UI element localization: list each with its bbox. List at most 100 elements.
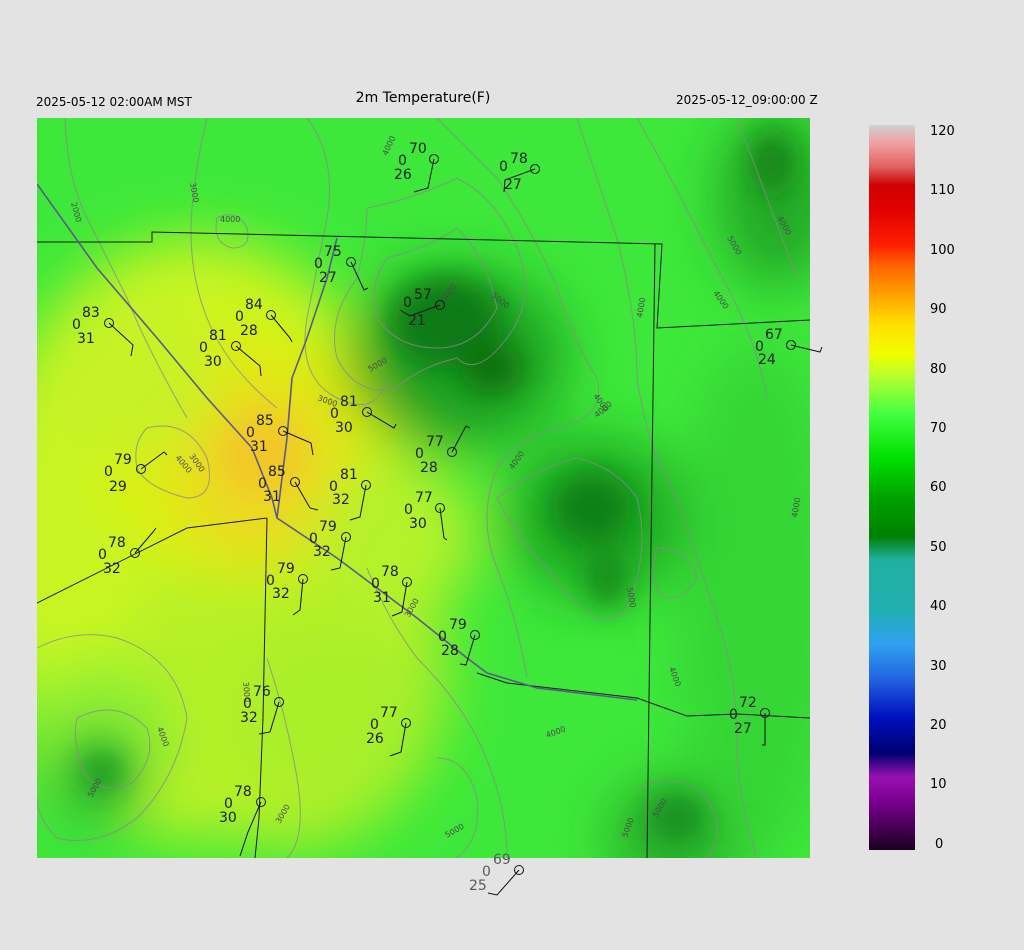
station-sky: 0	[499, 159, 508, 175]
station-temp: 75	[324, 244, 342, 260]
station-plot: 79 0 28	[438, 617, 480, 666]
station-plot: 78 0 27	[499, 151, 540, 193]
wind-barb	[487, 869, 520, 896]
wind-barb	[134, 527, 157, 554]
station-plot: 78 0 31	[371, 564, 412, 617]
station-dewpoint: 32	[332, 492, 350, 508]
station-temp: 79	[319, 519, 337, 535]
wind-barb	[439, 507, 448, 541]
colorbar-label: 120	[930, 124, 955, 139]
station-dewpoint: 32	[272, 586, 290, 602]
colorbar-label: 60	[930, 480, 947, 495]
station-plot: 84 0 28	[235, 297, 293, 343]
station-temp: 81	[340, 394, 358, 410]
station-sky: 0	[104, 464, 113, 480]
colorbar-label: 20	[930, 718, 947, 733]
station-dewpoint: 31	[77, 331, 95, 347]
wind-barb	[790, 344, 823, 353]
station-plot: 69 0 25	[469, 852, 524, 896]
station-temp: 83	[82, 305, 100, 321]
wind-barb	[389, 722, 407, 757]
wind-barb	[391, 581, 408, 617]
wind-barb	[292, 578, 304, 616]
station-temp: 76	[253, 684, 271, 700]
station-dewpoint: 27	[734, 721, 752, 737]
station-plot: 78 0 32	[98, 527, 157, 577]
station-plot: 72 0 27	[729, 695, 770, 746]
colorbar-label: 0	[935, 837, 944, 852]
station-dewpoint: 30	[219, 810, 237, 826]
station-dewpoint: 26	[366, 731, 384, 747]
station-temp: 79	[449, 617, 467, 633]
station-temp: 69	[493, 852, 511, 868]
station-temp: 78	[510, 151, 528, 167]
wind-barb	[294, 481, 319, 511]
station-plot: 77 0 30	[404, 490, 448, 541]
station-temp: 72	[739, 695, 757, 711]
station-dewpoint: 28	[441, 643, 459, 659]
station-dewpoint: 32	[103, 561, 121, 577]
colorbar-label: 50	[930, 540, 947, 555]
station-plot: 77 0 26	[366, 705, 411, 757]
station-dewpoint: 28	[420, 460, 438, 476]
station-temp: 78	[381, 564, 399, 580]
wind-barb	[762, 713, 766, 746]
wind-barb	[282, 430, 314, 456]
station-plot: 81 0 32	[329, 467, 371, 521]
station-dewpoint: 24	[758, 352, 776, 368]
station-dewpoint: 31	[373, 590, 391, 606]
station-dewpoint: 28	[240, 323, 258, 339]
station-temp: 79	[114, 452, 132, 468]
station-temp: 77	[380, 705, 398, 721]
station-plot: 85 0 31	[258, 464, 319, 511]
station-temp: 79	[277, 561, 295, 577]
station-plot: 57 0 21	[399, 287, 445, 329]
station-temp: 67	[765, 327, 783, 343]
station-dewpoint: 31	[250, 439, 268, 455]
station-temp: 70	[409, 141, 427, 157]
station-temp: 81	[209, 328, 227, 344]
wind-barb	[108, 322, 134, 357]
station-plot: 75 0 27	[314, 244, 369, 291]
station-plot: 85 0 31	[246, 413, 314, 456]
colorbar-label: 110	[930, 183, 955, 198]
station-plot: 67 0 24	[755, 327, 823, 368]
station-dewpoint: 29	[109, 479, 127, 495]
station-plot: 79 0 29	[104, 451, 168, 495]
station-plot: 79 0 32	[309, 519, 351, 571]
colorbar-label: 40	[930, 599, 947, 614]
station-dewpoint: 27	[319, 270, 337, 286]
station-temp: 78	[108, 535, 126, 551]
wind-barb	[413, 158, 435, 193]
station-sky: 0	[403, 295, 412, 311]
station-plot: 79 0 32	[266, 561, 308, 616]
station-temp: 81	[340, 467, 358, 483]
station-dewpoint: 26	[394, 167, 412, 183]
station-plot: 83 0 31	[72, 305, 134, 357]
station-dewpoint: 30	[204, 354, 222, 370]
wind-barb	[239, 801, 262, 857]
wind-barb	[366, 411, 397, 429]
station-dewpoint: 32	[240, 710, 258, 726]
station-dewpoint: 32	[313, 544, 331, 560]
colorbar-label: 10	[930, 777, 947, 792]
station-dewpoint: 21	[408, 313, 426, 329]
wind-barb	[235, 345, 262, 377]
colorbar-label: 30	[930, 659, 947, 674]
station-dewpoint: 25	[469, 878, 487, 894]
station-temp: 85	[268, 464, 286, 480]
station-dewpoint: 27	[504, 177, 522, 193]
station-temp: 78	[234, 784, 252, 800]
wind-barb	[140, 451, 168, 470]
colorbar-label: 100	[930, 243, 955, 258]
wind-barb	[330, 536, 347, 571]
wind-barb	[258, 701, 280, 735]
wind-barb	[270, 314, 293, 343]
station-temp: 84	[245, 297, 263, 313]
station-plot: 77 0 28	[415, 425, 471, 476]
station-temp: 77	[415, 490, 433, 506]
station-dewpoint: 30	[409, 516, 427, 532]
station-plot: 76 0 32	[240, 684, 284, 735]
station-dewpoint: 30	[335, 420, 353, 436]
colorbar-label: 80	[930, 362, 947, 377]
